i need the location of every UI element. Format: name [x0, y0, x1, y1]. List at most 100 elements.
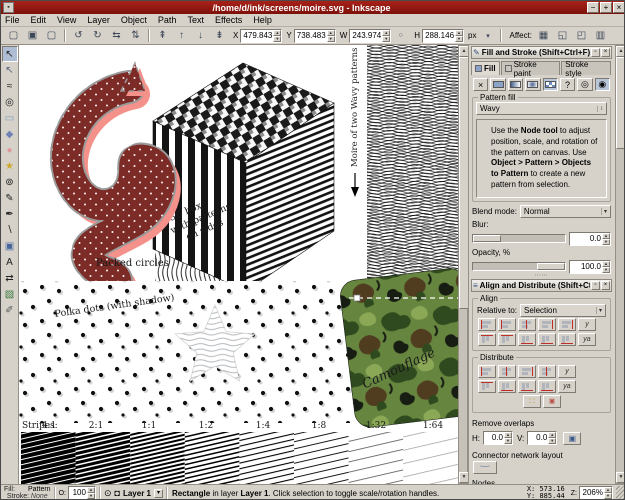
flat-color-button[interactable]	[490, 78, 505, 91]
blur-slider[interactable]	[472, 234, 566, 243]
selector-tool[interactable]: ↖	[2, 46, 18, 62]
scroll-down-icon[interactable]: ▼	[616, 472, 625, 483]
blend-mode-select[interactable]: Normal ▾	[520, 205, 611, 218]
opacity-slider[interactable]	[472, 262, 566, 271]
scroll-up-icon[interactable]: ▲	[616, 46, 625, 57]
lower-to-bottom-icon[interactable]: ⇟	[211, 28, 228, 44]
distribute-text-baselines-v-button[interactable]: ya	[558, 380, 576, 393]
units-dropdown-icon[interactable]: ▾	[479, 28, 496, 44]
affect-scale-gradient-icon[interactable]: ▥	[592, 28, 609, 44]
lower-icon[interactable]: ↓	[192, 28, 209, 44]
dock-vscrollbar[interactable]: ▲ ▼	[615, 45, 625, 484]
distribute-equal-gaps-v-button[interactable]	[538, 380, 556, 393]
menu-view[interactable]: View	[57, 15, 76, 25]
remove-overlaps-button[interactable]: ▣	[563, 432, 581, 445]
v-gap-field[interactable]: 0.0▲▼	[527, 431, 557, 445]
radial-gradient-button[interactable]	[525, 78, 540, 91]
menu-edit[interactable]: Edit	[31, 15, 47, 25]
align-right-edges-button[interactable]	[538, 318, 556, 331]
fill-rule-evenodd-button[interactable]: ◎	[577, 78, 592, 91]
y-field[interactable]: 738.483▲▼	[294, 29, 336, 43]
tab-stroke-style[interactable]: Stroke style	[561, 61, 611, 75]
menu-effects[interactable]: Effects	[215, 15, 242, 25]
affect-scale-corners-icon[interactable]: ◰	[573, 28, 590, 44]
distribute-left-edges-button[interactable]	[478, 365, 496, 378]
no-paint-button[interactable]: ×	[473, 78, 488, 91]
linear-gradient-button[interactable]	[508, 78, 523, 91]
align-text-anchor-button[interactable]: y	[578, 318, 596, 331]
paint-bucket-tool[interactable]: ▣	[2, 238, 18, 254]
distribute-right-edges-button[interactable]	[518, 365, 536, 378]
distribute-top-edges-button[interactable]	[478, 380, 496, 393]
panel-close-button[interactable]: ×	[601, 48, 610, 57]
h-field[interactable]: 288.146▲▼	[422, 29, 464, 43]
flip-horizontal-icon[interactable]: ⇆	[108, 28, 125, 44]
select-edit-icon-b[interactable]: ▣	[24, 28, 41, 44]
object-opacity-field[interactable]: 100▲▼	[68, 486, 96, 500]
blur-slider-thumb[interactable]	[473, 235, 501, 242]
distribute-equal-gaps-h-button[interactable]	[538, 365, 556, 378]
pencil-tool[interactable]: ✎	[2, 190, 18, 206]
pattern-select[interactable]: Wavy ↕	[476, 102, 607, 115]
menu-text[interactable]: Text	[187, 15, 204, 25]
spiral-tool[interactable]: ⊚	[2, 174, 18, 190]
window-menu-icon[interactable]: ▪	[3, 2, 14, 13]
menu-help[interactable]: Help	[253, 15, 272, 25]
dropper-tool[interactable]: ✐	[2, 302, 18, 318]
panel-minimize-button[interactable]: ▫	[591, 281, 600, 290]
star-tool[interactable]: ★	[2, 158, 18, 174]
zoom-tool[interactable]: ◎	[2, 94, 18, 110]
affect-move-pattern-icon[interactable]: ▦	[535, 28, 552, 44]
distribute-centers-v-button[interactable]	[498, 380, 516, 393]
pen-tool[interactable]: ✒	[2, 206, 18, 222]
unclump-button[interactable]: ⋇	[543, 395, 561, 408]
panel-minimize-button[interactable]: ▫	[591, 48, 600, 57]
connector-tool[interactable]: ⇄	[2, 270, 18, 286]
calligraphy-tool[interactable]: ∖	[2, 222, 18, 238]
current-layer-select[interactable]: Layer 1	[123, 489, 151, 498]
box3d-tool[interactable]: ◆	[2, 126, 18, 142]
h-gap-field[interactable]: 0.0▲▼	[483, 431, 513, 445]
resize-grip[interactable]	[616, 486, 625, 500]
lock-ratio-icon[interactable]: ○	[392, 28, 409, 44]
opacity-field[interactable]: 100.0▲▼	[569, 260, 611, 274]
distribute-text-anchors-h-button[interactable]: y	[558, 365, 576, 378]
w-field[interactable]: 243.974▲▼	[349, 29, 391, 43]
raise-to-top-icon[interactable]: ⇞	[154, 28, 171, 44]
align-bottom-to-top-edge-button[interactable]	[478, 333, 496, 346]
canvas[interactable]: Moire of two Wavy patterns 3D box with p…	[19, 45, 458, 484]
align-right-to-left-edge-button[interactable]	[478, 318, 496, 331]
panel-close-button[interactable]: ×	[601, 281, 610, 290]
fill-stroke-header[interactable]: ✎ Fill and Stroke (Shift+Ctrl+F) ▫ ×	[471, 46, 612, 59]
dock-vscroll-thumb[interactable]	[616, 57, 625, 149]
align-left-edges-button[interactable]	[498, 318, 516, 331]
tab-fill[interactable]: Fill	[471, 61, 500, 75]
distribute-bottom-edges-button[interactable]	[518, 380, 536, 393]
menu-file[interactable]: File	[5, 15, 20, 25]
node-editor-tool[interactable]: ↖	[2, 62, 18, 78]
rotate-cw-icon[interactable]: ↻	[89, 28, 106, 44]
menu-path[interactable]: Path	[158, 15, 177, 25]
maximize-button[interactable]: +	[600, 2, 612, 13]
gradient-tool[interactable]: ▧	[2, 286, 18, 302]
align-center-horizontal-button[interactable]	[518, 333, 536, 346]
raise-icon[interactable]: ↑	[173, 28, 190, 44]
fill-rule-nonzero-button[interactable]: ◉	[595, 78, 610, 91]
randomize-positions-button[interactable]: ∷	[523, 395, 541, 408]
align-top-edges-button[interactable]	[498, 333, 516, 346]
minimize-button[interactable]: −	[587, 2, 599, 13]
distribute-centers-h-button[interactable]	[498, 365, 516, 378]
units-select[interactable]: px	[468, 31, 476, 40]
ellipse-tool[interactable]: ●	[2, 142, 18, 158]
blur-field[interactable]: 0.0▲▼	[569, 232, 611, 246]
text-tool[interactable]: A	[2, 254, 18, 270]
close-button[interactable]: ×	[613, 2, 625, 13]
unknown-paint-button[interactable]: ?	[560, 78, 575, 91]
flip-vertical-icon[interactable]: ⇅	[127, 28, 144, 44]
canvas-vscrollbar[interactable]: ▲ ▼	[458, 45, 468, 484]
tab-stroke-paint[interactable]: Stroke paint	[501, 61, 561, 75]
rectangle-tool[interactable]: ▭	[2, 110, 18, 126]
relative-to-select[interactable]: Selection ▾	[520, 304, 606, 317]
align-left-to-right-edge-button[interactable]	[558, 318, 576, 331]
layer-lock-icon[interactable]: ◘	[115, 488, 120, 498]
